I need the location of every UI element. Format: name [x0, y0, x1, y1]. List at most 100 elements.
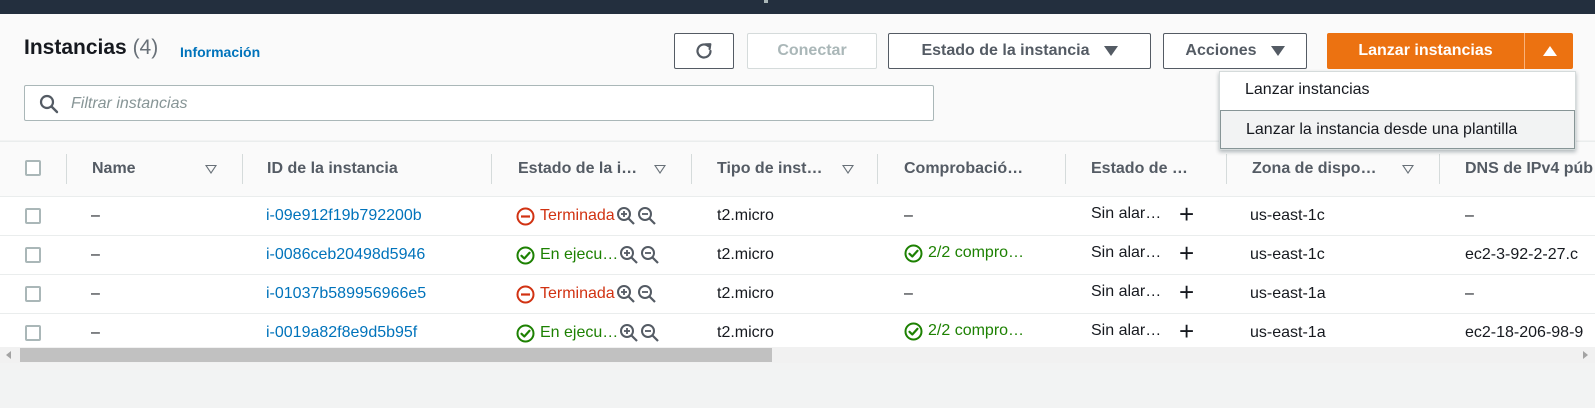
- check-circle-icon: [516, 246, 535, 264]
- cell-name: –: [91, 246, 100, 263]
- sort-icon[interactable]: [654, 165, 666, 174]
- column-divider: [1065, 154, 1066, 184]
- row-checkbox[interactable]: [25, 325, 41, 341]
- instances-table: Name ID de la instancia Estado de la i… …: [0, 141, 1595, 353]
- row-checkbox[interactable]: [25, 208, 41, 224]
- cell-status-check: 2/2 compro…: [904, 236, 1024, 274]
- cell-alarm-status: Sin alar…: [1091, 244, 1162, 261]
- launch-options-toggle[interactable]: [1524, 33, 1574, 69]
- instance-count: (4): [132, 36, 159, 59]
- zoom-in-icon[interactable]: [619, 323, 639, 343]
- zoom-in-icon[interactable]: [616, 284, 636, 304]
- cell-availability-zone: us-east-1a: [1250, 285, 1326, 302]
- launch-options-menu: Lanzar instancias Lanzar la instancia de…: [1219, 71, 1576, 150]
- connect-label: Conectar: [777, 42, 847, 59]
- refresh-icon: [696, 43, 712, 59]
- zoom-in-icon[interactable]: [619, 245, 639, 265]
- sort-icon[interactable]: [205, 165, 217, 174]
- cell-name: –: [91, 207, 100, 224]
- cell-instance-type: t2.micro: [717, 207, 774, 224]
- menu-item-launch-instances[interactable]: Lanzar instancias: [1220, 72, 1575, 108]
- zoom-out-icon[interactable]: [637, 284, 657, 304]
- minus-circle-icon: [516, 207, 535, 225]
- caret-down-icon: [1103, 46, 1118, 56]
- column-header-instance-state[interactable]: Estado de la i…: [518, 142, 637, 196]
- search-icon: [39, 94, 59, 114]
- plus-icon[interactable]: +: [1179, 279, 1194, 305]
- status-check-text[interactable]: 2/2 compro…: [928, 322, 1024, 340]
- column-header-status-check[interactable]: Comprobació…: [904, 142, 1023, 196]
- page-title: Instancias (4): [24, 36, 158, 60]
- column-header-alarm-status[interactable]: Estado de …: [1091, 142, 1188, 196]
- cell-instance-type: t2.micro: [717, 285, 774, 302]
- status-check-text[interactable]: 2/2 compro…: [928, 244, 1024, 262]
- cell-public-dns: ec2-3-92-2-27.c: [1465, 246, 1578, 263]
- caret-up-icon: [1542, 46, 1557, 56]
- refresh-button[interactable]: [674, 33, 734, 69]
- zoom-out-icon[interactable]: [637, 206, 657, 226]
- select-all-checkbox[interactable]: [25, 160, 41, 176]
- zoom-in-icon[interactable]: [616, 206, 636, 226]
- state-text: Terminada: [540, 285, 615, 302]
- cell-instance-type: t2.micro: [717, 246, 774, 263]
- column-divider: [491, 154, 492, 184]
- plus-icon[interactable]: +: [1179, 240, 1194, 266]
- cell-availability-zone: us-east-1c: [1250, 207, 1325, 224]
- row-checkbox[interactable]: [25, 247, 41, 263]
- cell-instance-id[interactable]: i-0086ceb20498d5946: [266, 236, 425, 274]
- cell-alarm-status: Sin alar…: [1091, 283, 1162, 300]
- connect-button[interactable]: Conectar: [747, 33, 877, 69]
- check-circle-icon: [516, 324, 535, 342]
- sort-icon[interactable]: [842, 165, 854, 174]
- check-circle-icon: [904, 322, 923, 341]
- launch-instances-button[interactable]: Lanzar instancias: [1327, 33, 1524, 69]
- cell-instance-id[interactable]: i-01037b589956966e5: [266, 275, 426, 313]
- minus-circle-icon: [516, 285, 535, 303]
- actions-label: Acciones: [1185, 42, 1257, 59]
- scrollbar-thumb[interactable]: [20, 348, 772, 362]
- state-text: En ejecu…: [540, 324, 619, 341]
- table-row[interactable]: – i-09e912f19b792200b Terminada t2.micro…: [0, 197, 1595, 236]
- info-link[interactable]: Información: [180, 44, 260, 60]
- menu-item-launch-from-template[interactable]: Lanzar la instancia desde una plantilla: [1220, 110, 1575, 149]
- column-header-availability-zone[interactable]: Zona de dispo…: [1252, 142, 1376, 196]
- filter-instances-input[interactable]: [69, 90, 913, 118]
- scroll-left-arrow[interactable]: [6, 351, 11, 359]
- column-divider: [66, 154, 67, 184]
- column-divider: [1439, 154, 1440, 184]
- column-header-name[interactable]: Name: [92, 142, 136, 196]
- cell-instance-state: En ejecu…: [516, 236, 660, 274]
- cell-instance-state: Terminada: [516, 197, 657, 235]
- instance-state-button[interactable]: Estado de la instancia: [888, 33, 1151, 69]
- cell-instance-id[interactable]: i-09e912f19b792200b: [266, 197, 422, 235]
- launch-instances-label: Lanzar instancias: [1358, 42, 1493, 59]
- sort-icon[interactable]: [1402, 165, 1414, 174]
- column-header-instance-id[interactable]: ID de la instancia: [267, 142, 398, 196]
- cell-public-dns: –: [1465, 207, 1474, 224]
- column-divider: [877, 154, 878, 184]
- table-header: Name ID de la instancia Estado de la i… …: [0, 142, 1595, 197]
- nav-indicator: [764, 0, 768, 3]
- zoom-out-icon[interactable]: [640, 323, 660, 343]
- horizontal-scrollbar[interactable]: [0, 347, 1595, 363]
- scroll-right-arrow[interactable]: [1583, 351, 1588, 359]
- column-divider: [691, 154, 692, 184]
- table-row[interactable]: – i-01037b589956966e5 Terminada t2.micro…: [0, 275, 1595, 314]
- plus-icon[interactable]: +: [1179, 201, 1194, 227]
- zoom-out-icon[interactable]: [640, 245, 660, 265]
- check-circle-icon: [904, 244, 923, 263]
- row-checkbox[interactable]: [25, 286, 41, 302]
- column-divider: [1226, 154, 1227, 184]
- table-row[interactable]: – i-0086ceb20498d5946 En ejecu… t2.micro…: [0, 236, 1595, 275]
- cell-public-dns: –: [1465, 285, 1474, 302]
- instance-state-label: Estado de la instancia: [921, 42, 1090, 59]
- actions-button[interactable]: Acciones: [1163, 33, 1307, 69]
- column-header-public-dns[interactable]: DNS de IPv4 púb: [1465, 142, 1593, 196]
- column-divider: [242, 154, 243, 184]
- column-header-instance-type[interactable]: Tipo de inst…: [717, 142, 822, 196]
- caret-down-icon: [1270, 46, 1285, 56]
- cell-instance-state: Terminada: [516, 275, 657, 313]
- plus-icon[interactable]: +: [1179, 318, 1194, 344]
- cell-status-check: –: [904, 207, 913, 224]
- cell-alarm-status: Sin alar…: [1091, 205, 1162, 222]
